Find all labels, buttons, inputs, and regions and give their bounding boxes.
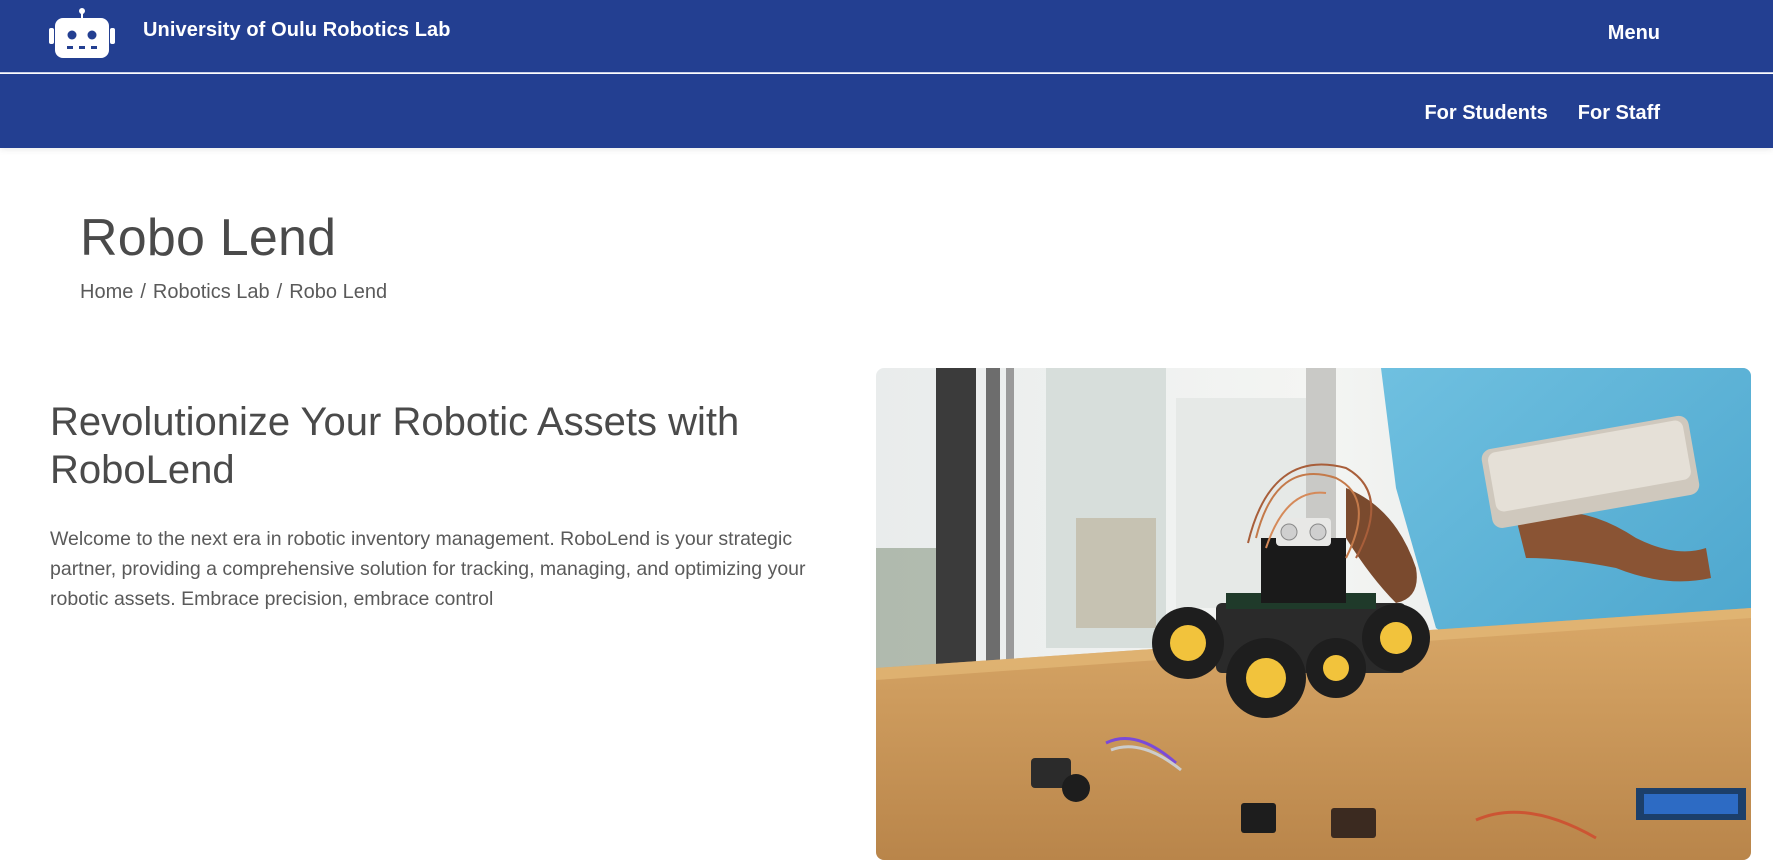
robot-car-photo	[876, 368, 1751, 860]
secondary-nav: For Students For Staff	[1424, 102, 1660, 125]
nav-link-for-students[interactable]: For Students	[1424, 102, 1547, 125]
breadcrumb-item-current: Robo Lend	[289, 281, 388, 303]
breadcrumb-item-home[interactable]: Home	[80, 281, 133, 304]
menu-button[interactable]: Menu	[1608, 22, 1660, 45]
secondary-nav-bar: For Students For Staff	[0, 74, 1773, 148]
hero-image	[876, 368, 1751, 860]
hero-description: Welcome to the next era in robotic inven…	[50, 528, 806, 610]
breadcrumb-separator: /	[140, 281, 146, 303]
breadcrumb: Home / Robotics Lab / Robo Lend	[80, 281, 387, 304]
nav-link-for-staff[interactable]: For Staff	[1578, 102, 1660, 125]
site-title[interactable]: University of Oulu Robotics Lab	[143, 19, 451, 42]
page-title: Robo Lend	[80, 209, 337, 267]
hero-heading: Revolutionize Your Robotic Assets with R…	[50, 400, 740, 492]
breadcrumb-separator: /	[276, 281, 283, 303]
breadcrumb-item-robotics-lab[interactable]: Robotics Lab	[153, 281, 270, 304]
robot-head-icon[interactable]	[49, 8, 115, 58]
top-header-bar: University of Oulu Robotics Lab Menu	[0, 0, 1773, 73]
